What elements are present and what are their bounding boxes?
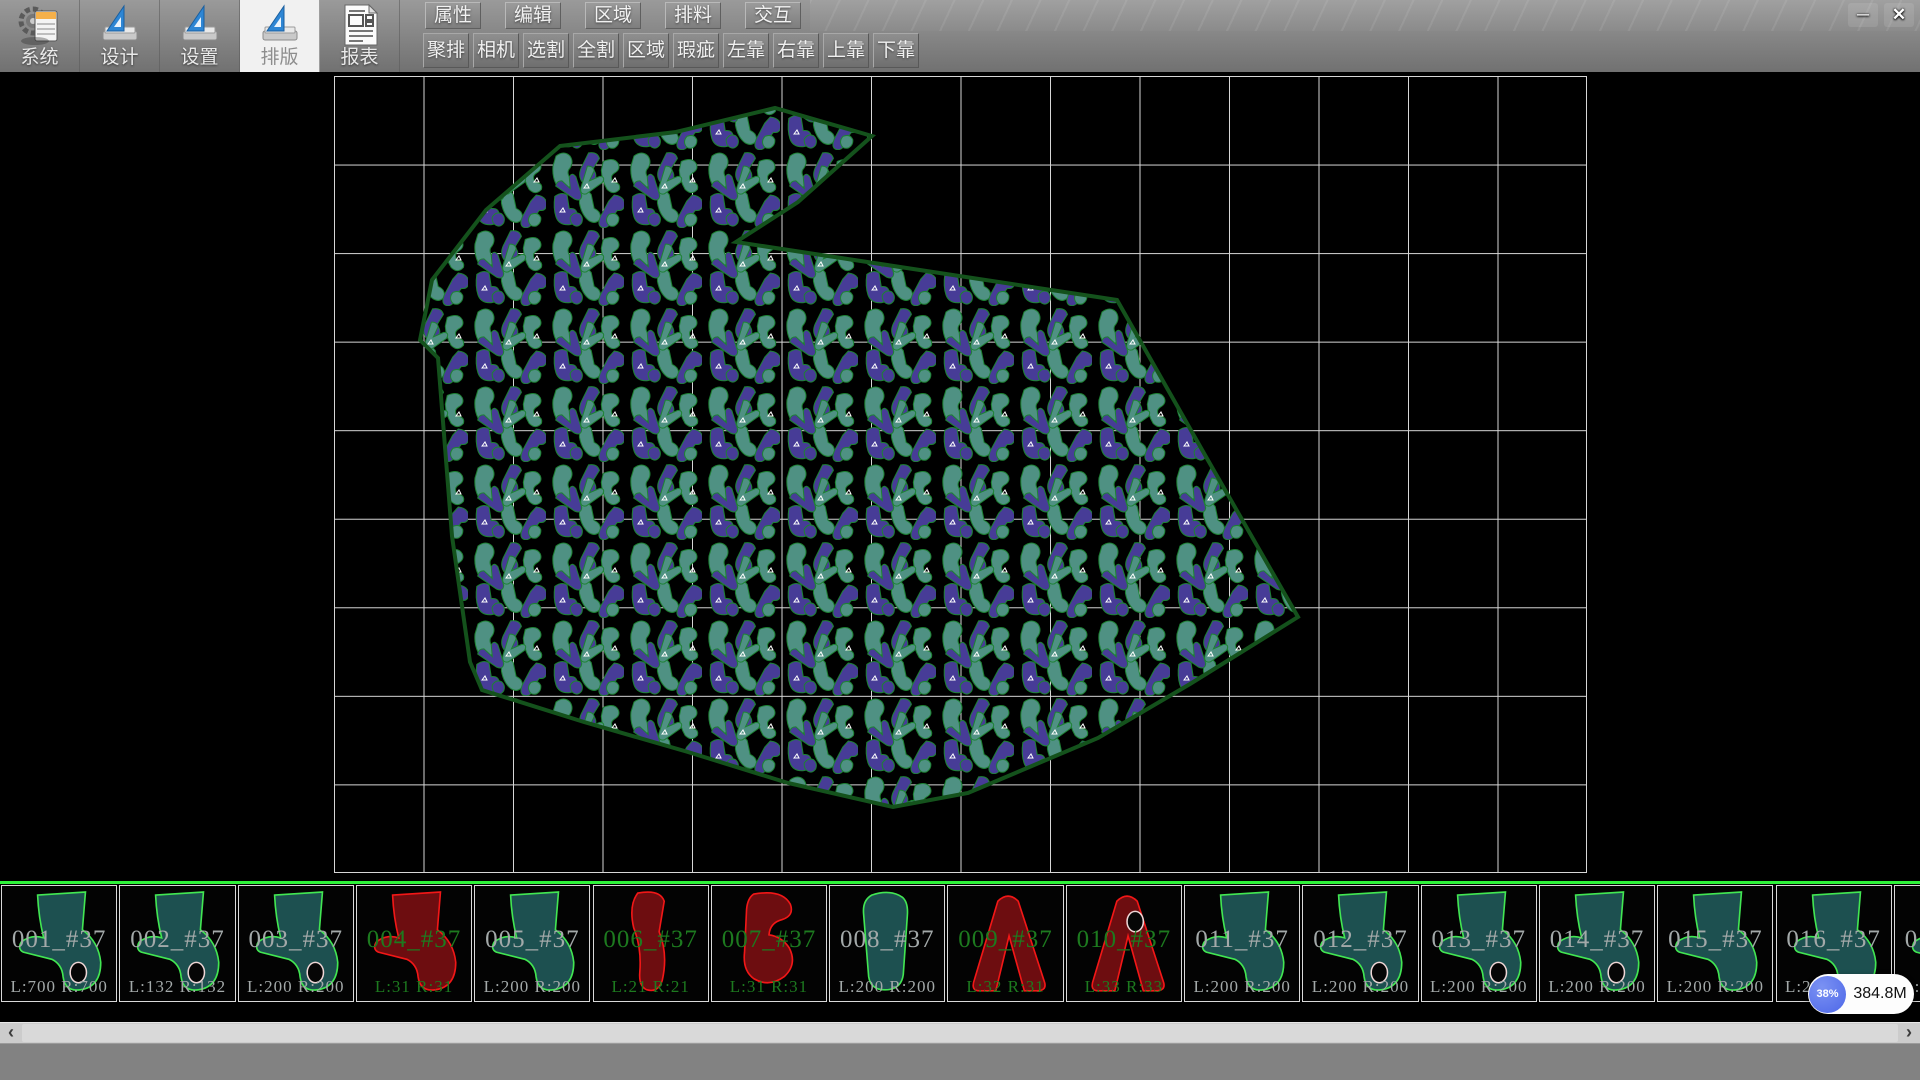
leather-hide-outline[interactable] [420, 108, 1298, 807]
main-button-label: 设计 [100, 47, 138, 69]
menu-tab-4[interactable]: 排料 [665, 2, 721, 29]
main-button-2[interactable]: 设计 [80, 0, 160, 72]
tool-button-3[interactable]: 选割 [523, 33, 569, 68]
main-button-1[interactable]: 系统 [0, 0, 80, 72]
piece-lr-count-label: L:200 R:200 [1540, 977, 1654, 997]
piece-id-label: 005_#37 [475, 926, 589, 954]
piece-id-label: 014_#37 [1540, 926, 1654, 954]
toolbar: 系统设计设置排版报表 属性编辑区域排料交互 聚排相机选割全割区域瑕疵左靠右靠上靠… [0, 0, 1920, 72]
piece-lr-count-label: L:200 R:200 [1303, 977, 1417, 997]
minimize-button[interactable]: ─ [1848, 3, 1878, 27]
status-bar [0, 1043, 1920, 1080]
piece-thumbnail-003_#37[interactable]: 003_#37 L:200 R:200 [238, 885, 354, 1002]
piece-id-label: 008_#37 [830, 926, 944, 954]
gear-doc-icon [17, 3, 63, 47]
piece-id-label: 002_#37 [120, 926, 234, 954]
piece-thumbnail-011_#37[interactable]: 011_#37 L:200 R:200 [1184, 885, 1300, 1002]
tool-button-6[interactable]: 瑕疵 [673, 33, 719, 68]
scroll-right-arrow[interactable]: › [1900, 1023, 1918, 1043]
piece-id-label: 006_#37 [594, 926, 708, 954]
piece-lr-count-label: L:200 R:200 [239, 977, 353, 997]
main-button-3[interactable]: 设置 [160, 0, 240, 72]
piece-thumbnail-008_#37[interactable]: 008_#37 L:200 R:200 [829, 885, 945, 1002]
main-button-group: 系统 设计 设置 排版 报表 [0, 0, 400, 72]
piece-id-label: 010_#37 [1067, 926, 1181, 954]
horizontal-scrollbar[interactable]: ‹ › [0, 1022, 1920, 1043]
piece-thumbnail-014_#37[interactable]: 014_#37 L:200 R:200 [1539, 885, 1655, 1002]
menu-tab-2[interactable]: 编辑 [505, 2, 561, 29]
piece-thumbnail-015_#37[interactable]: 015_#37 L:200 R:200 [1657, 885, 1773, 1002]
set-square-icon [257, 3, 303, 47]
piece-id-label: 007_#37 [712, 926, 826, 954]
piece-lr-count-label: L:200 R:200 [1658, 977, 1772, 997]
tool-button-9[interactable]: 上靠 [823, 33, 869, 68]
set-square-icon [97, 3, 143, 47]
piece-lr-count-label: L:32 R:31 [948, 977, 1062, 997]
piece-thumbnail-001_#37[interactable]: 001_#37 L:700 R:700 [1, 885, 117, 1002]
report-doc-icon [337, 3, 383, 47]
tool-button-10[interactable]: 下靠 [873, 33, 919, 68]
piece-thumbnail-005_#37[interactable]: 005_#37 L:200 R:200 [474, 885, 590, 1002]
piece-id-label: 017_#37 [1895, 926, 1920, 954]
scrollbar-thumb[interactable] [22, 1024, 1898, 1042]
tool-button-group: 聚排相机选割全割区域瑕疵左靠右靠上靠下靠 [423, 33, 923, 69]
status-badge: 38% 384.8M [1808, 974, 1914, 1014]
scroll-left-arrow[interactable]: ‹ [2, 1023, 20, 1043]
menu-tab-5[interactable]: 交互 [745, 2, 801, 29]
menu-tab-group: 属性编辑区域排料交互 [425, 2, 825, 30]
piece-lr-count-label: L:200 R:200 [830, 977, 944, 997]
piece-thumbnail-009_#37[interactable]: 009_#37 L:32 R:31 [947, 885, 1063, 1002]
nesting-canvas[interactable] [0, 72, 1920, 1022]
piece-lr-count-label: L:200 R:200 [475, 977, 589, 997]
memory-usage-label: 384.8M [1846, 985, 1914, 1003]
piece-id-label: 001_#37 [2, 926, 116, 954]
leather-hide-layout[interactable] [0, 72, 1920, 1022]
piece-thumbnail-002_#37[interactable]: 002_#37 L:132 R:132 [119, 885, 235, 1002]
main-button-label: 报表 [340, 47, 378, 69]
pieces-thumbnail-strip: 001_#37L:700 R:700002_#37L:132 R:132003_… [0, 884, 1920, 1004]
main-button-label: 系统 [20, 47, 58, 69]
tool-button-1[interactable]: 聚排 [423, 33, 469, 68]
piece-id-label: 003_#37 [239, 926, 353, 954]
piece-lr-count-label: L:200 R:200 [1185, 977, 1299, 997]
main-button-label: 设置 [180, 47, 218, 69]
piece-id-label: 015_#37 [1658, 926, 1772, 954]
progress-circle: 38% [1809, 976, 1846, 1013]
piece-thumbnail-010_#37[interactable]: 010_#37 L:33 R:33 [1066, 885, 1182, 1002]
piece-lr-count-label: L:200 R:200 [1422, 977, 1536, 997]
piece-lr-count-label: L:31 R:31 [357, 977, 471, 997]
piece-thumbnail-004_#37[interactable]: 004_#37 L:31 R:31 [356, 885, 472, 1002]
piece-lr-count-label: L:132 R:132 [120, 977, 234, 997]
piece-id-label: 016_#37 [1777, 926, 1891, 954]
piece-id-label: 012_#37 [1303, 926, 1417, 954]
main-button-5[interactable]: 报表 [320, 0, 400, 72]
piece-lr-count-label: L:31 R:31 [712, 977, 826, 997]
menu-tab-1[interactable]: 属性 [425, 2, 481, 29]
piece-id-label: 013_#37 [1422, 926, 1536, 954]
piece-lr-count-label: L:700 R:700 [2, 977, 116, 997]
main-button-4[interactable]: 排版 [240, 0, 320, 72]
menu-tab-3[interactable]: 区域 [585, 2, 641, 29]
application-window: 系统设计设置排版报表 属性编辑区域排料交互 聚排相机选割全割区域瑕疵左靠右靠上靠… [0, 0, 1920, 1080]
tool-button-8[interactable]: 右靠 [773, 33, 819, 68]
toolbar-texture [810, 0, 1920, 31]
set-square-icon [177, 3, 223, 47]
close-button[interactable]: ✕ [1884, 3, 1914, 27]
piece-id-label: 004_#37 [357, 926, 471, 954]
piece-lr-count-label: L:21 R:21 [594, 977, 708, 997]
piece-id-label: 011_#37 [1185, 926, 1299, 954]
piece-thumbnail-013_#37[interactable]: 013_#37 L:200 R:200 [1421, 885, 1537, 1002]
piece-thumbnail-006_#37[interactable]: 006_#37 L:21 R:21 [593, 885, 709, 1002]
piece-thumbnail-012_#37[interactable]: 012_#37 L:200 R:200 [1302, 885, 1418, 1002]
piece-lr-count-label: L:33 R:33 [1067, 977, 1181, 997]
main-button-label: 排版 [260, 47, 298, 69]
tool-button-7[interactable]: 左靠 [723, 33, 769, 68]
piece-thumbnail-007_#37[interactable]: 007_#37 L:31 R:31 [711, 885, 827, 1002]
piece-id-label: 009_#37 [948, 926, 1062, 954]
window-controls: ─ ✕ [1848, 3, 1914, 27]
tool-button-2[interactable]: 相机 [473, 33, 519, 68]
tool-button-4[interactable]: 全割 [573, 33, 619, 68]
tool-button-5[interactable]: 区域 [623, 33, 669, 68]
